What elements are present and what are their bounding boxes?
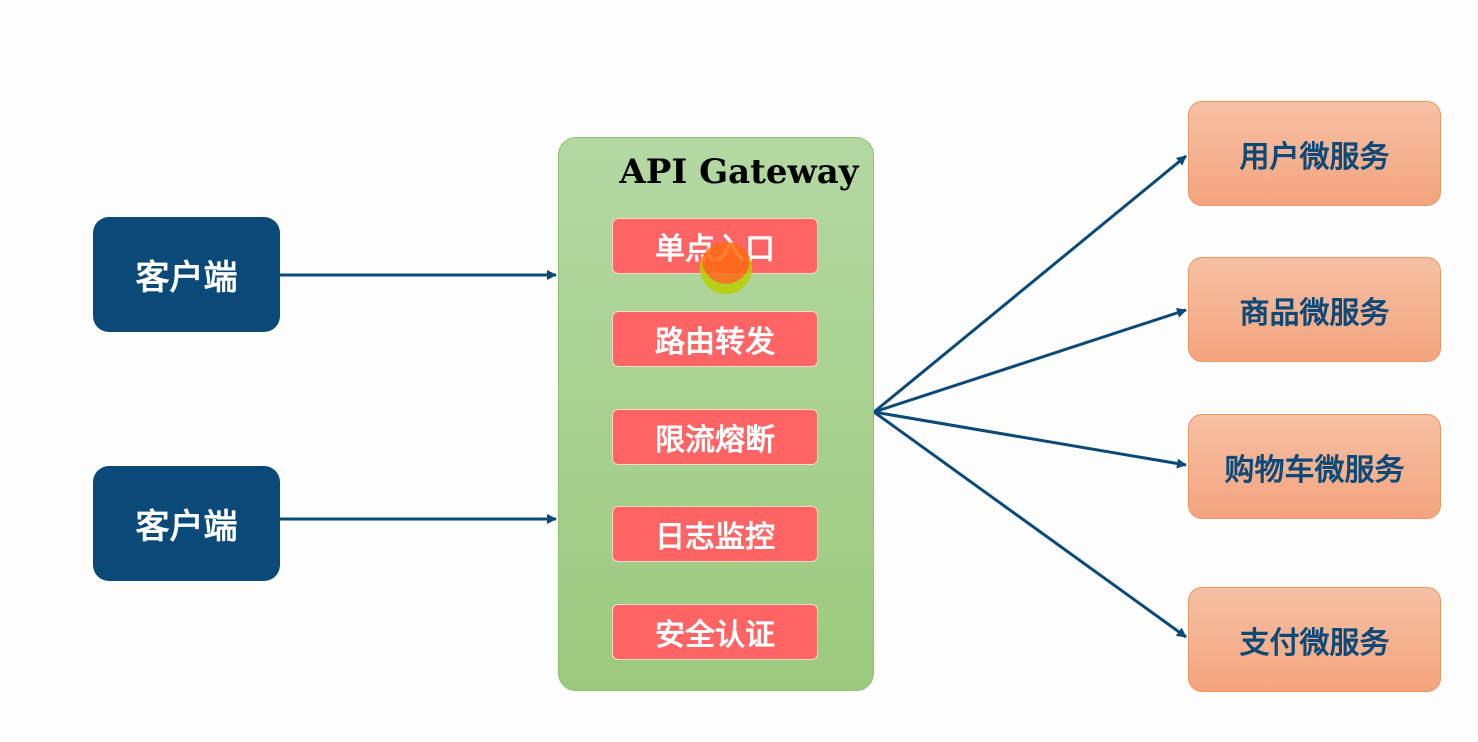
- arrow-gateway-to-user-service: [873, 154, 1187, 414]
- feature-logging: 日志监控: [612, 506, 818, 562]
- arrow-gateway-to-payment-service: [873, 410, 1187, 639]
- service-cart: 购物车微服务: [1188, 414, 1441, 519]
- arrow-gateway-to-cart-service: [873, 410, 1187, 469]
- feature-routing: 路由转发: [612, 311, 818, 367]
- client-box: 客户端: [93, 466, 280, 581]
- arrow-gateway-to-product-service: [873, 308, 1187, 414]
- client-box: 客户端: [93, 217, 280, 332]
- cursor-highlight-icon: [700, 242, 752, 294]
- service-payment: 支付微服务: [1188, 587, 1441, 692]
- feature-rate-limit: 限流熔断: [612, 409, 818, 465]
- feature-auth: 安全认证: [612, 604, 818, 660]
- service-user: 用户微服务: [1188, 101, 1441, 206]
- service-product: 商品微服务: [1188, 257, 1441, 362]
